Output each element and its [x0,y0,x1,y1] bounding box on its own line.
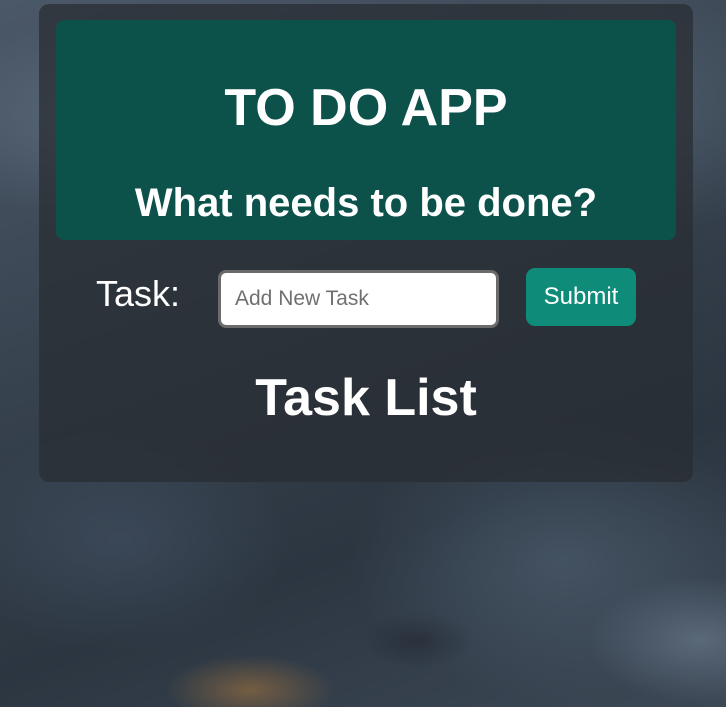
submit-button[interactable]: Submit [526,268,636,326]
app-header: TO DO APP What needs to be done? [56,20,676,240]
app-title: TO DO APP [224,79,508,137]
task-label: Task: [96,273,181,314]
app-subtitle: What needs to be done? [134,181,598,225]
task-input[interactable] [218,270,499,328]
task-list-title: Task List [255,369,477,427]
